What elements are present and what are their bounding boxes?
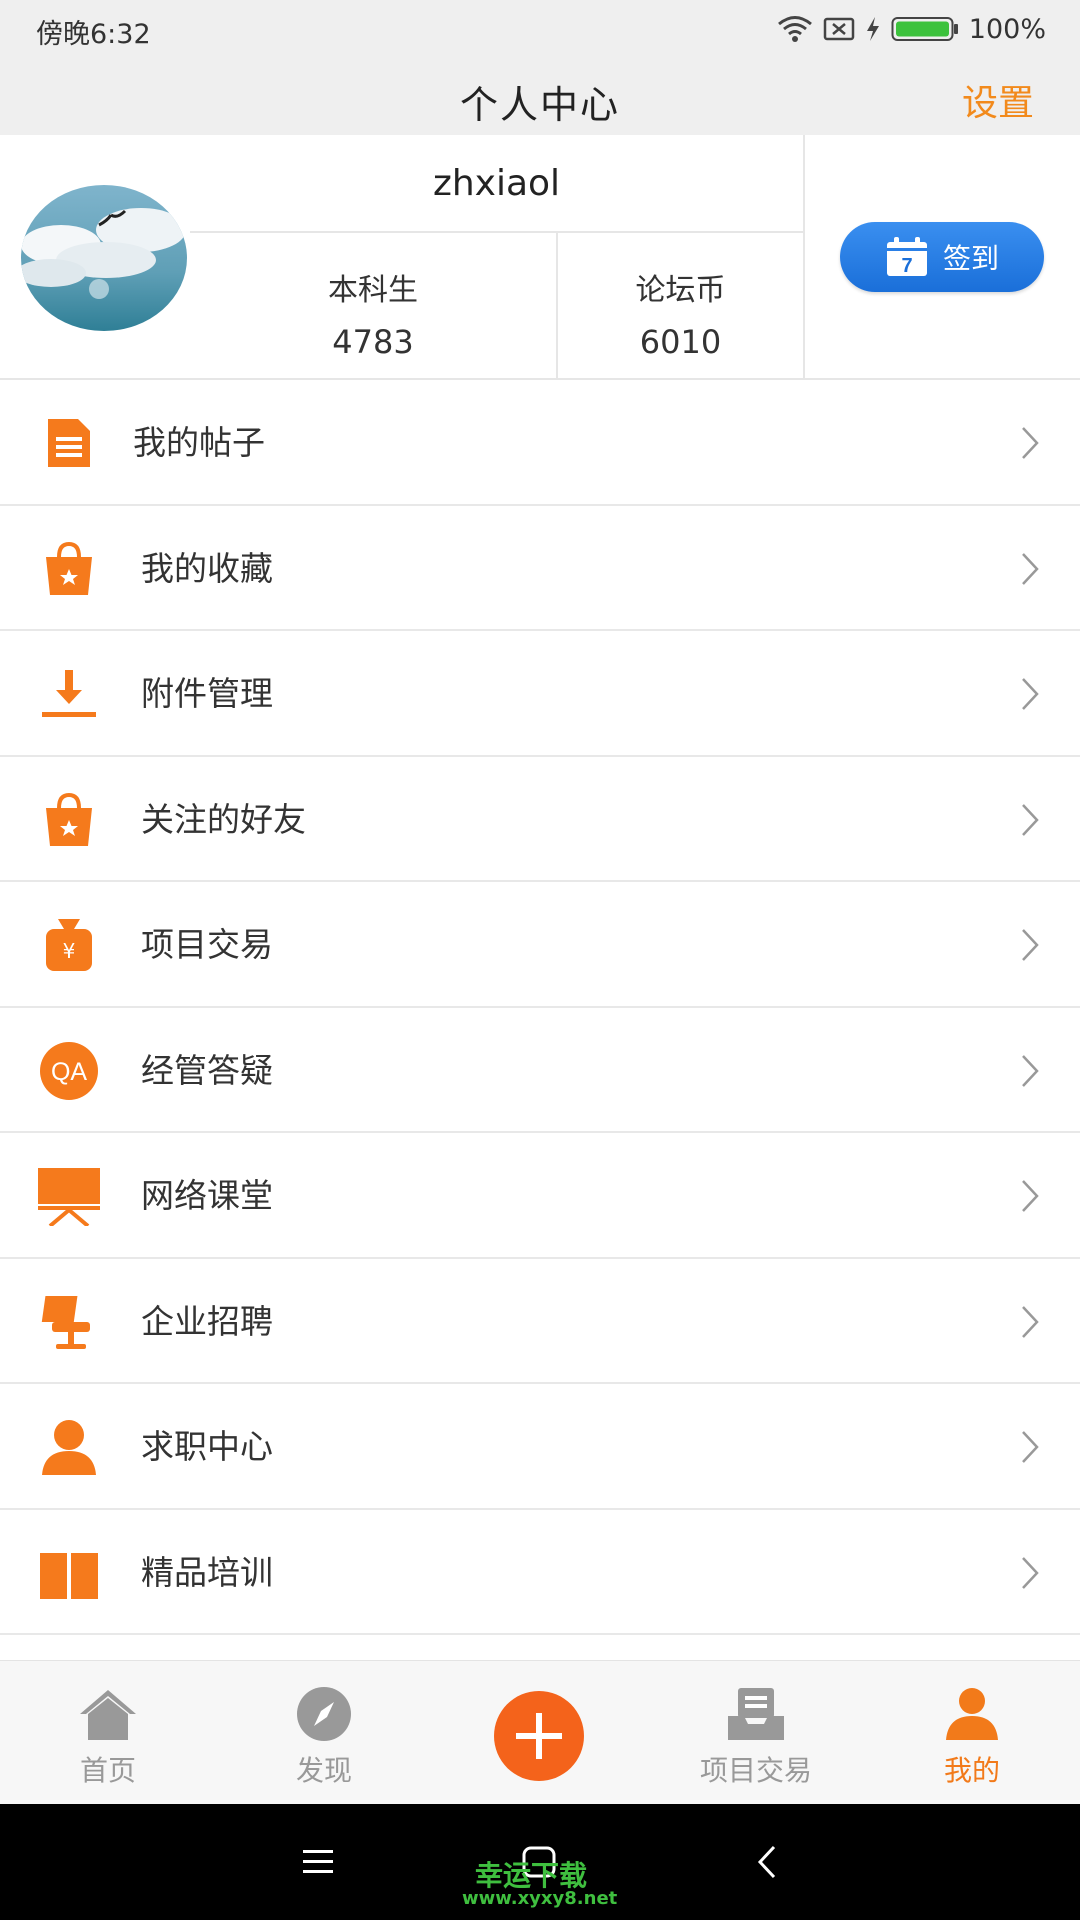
checkin-label: 签到 <box>942 242 999 275</box>
watermark-url: www.xyxy8.net <box>462 1888 618 1909</box>
inbox-icon <box>728 1688 784 1740</box>
menu-item-label: 项目交易 <box>141 925 273 964</box>
svg-text:7: 7 <box>901 255 912 277</box>
menu-item-my-posts[interactable]: 我的帖子 <box>0 380 1080 506</box>
menu-item-label: 附件管理 <box>141 674 273 713</box>
download-icon <box>42 670 96 717</box>
document-icon <box>48 419 90 467</box>
stat-degree: 本科生 4783 <box>190 233 558 380</box>
add-icon <box>516 1713 562 1759</box>
menu-item-job-center[interactable]: 求职中心 <box>0 1384 1080 1510</box>
stat-value: 6010 <box>639 323 722 361</box>
chevron-right-icon <box>1022 427 1039 459</box>
bottom-nav: 首页 发现 项目交易 我的 <box>0 1660 1080 1804</box>
menu-item-online-classroom[interactable]: 网络课堂 <box>0 1133 1080 1259</box>
classroom-board-icon <box>38 1168 100 1226</box>
menu-item-label: 关注的好友 <box>141 799 306 839</box>
menu-item-attachments[interactable]: 附件管理 <box>0 631 1080 757</box>
status-bar: 傍晚6:32 100% <box>0 0 1080 58</box>
chevron-right-icon <box>1022 1556 1039 1589</box>
header: 个人中心 设置 <box>0 58 1080 135</box>
compass-icon <box>297 1687 351 1741</box>
nav-mine[interactable]: 我的 <box>864 1661 1080 1805</box>
chevron-right-icon <box>1022 552 1039 585</box>
nav-discover[interactable]: 发现 <box>216 1661 432 1805</box>
nav-label: 我的 <box>943 1754 1000 1787</box>
back-icon[interactable] <box>756 1844 778 1880</box>
menu-item-label: 经管答疑 <box>141 1050 273 1090</box>
status-icons: 100% <box>777 12 1046 46</box>
menu-item-label: 我的帖子 <box>133 423 265 462</box>
menu-item-label: 网络课堂 <box>141 1176 273 1215</box>
money-bag-icon: ¥ <box>46 919 92 971</box>
battery-icon <box>891 17 958 41</box>
nav-label: 首页 <box>79 1754 136 1787</box>
menu-item-premium-training[interactable]: 精品培训 <box>0 1509 1080 1635</box>
person-icon <box>42 1420 96 1475</box>
menu-item-label: 企业招聘 <box>141 1301 273 1341</box>
charging-icon <box>866 17 879 41</box>
nav-project-trade[interactable]: 项目交易 <box>648 1661 864 1805</box>
chevron-right-icon <box>1022 1054 1039 1087</box>
menu-list: 我的帖子 我的收藏 附件管理 关注的好友 ¥ 项目交易 QA 经管答疑 网络课堂… <box>0 380 1080 1635</box>
calendar-icon: 7 <box>886 237 927 277</box>
checkin-button[interactable]: 7 签到 <box>840 222 1044 292</box>
stat-label: 论坛币 <box>635 273 726 308</box>
avatar[interactable] <box>21 185 187 331</box>
menu-item-followed-friends[interactable]: 关注的好友 <box>0 756 1080 882</box>
menu-item-qa[interactable]: QA 经管答疑 <box>0 1007 1080 1133</box>
profile-card: zhxiaol 本科生 4783 论坛币 6010 7 签到 <box>0 135 1080 380</box>
username: zhxiaol <box>190 135 805 233</box>
chevron-right-icon <box>1022 1431 1039 1463</box>
stat-label: 本科生 <box>328 273 418 308</box>
nav-label: 项目交易 <box>699 1754 812 1787</box>
add-button[interactable] <box>494 1691 584 1781</box>
menu-item-label: 求职中心 <box>141 1427 273 1466</box>
menu-item-recruitment[interactable]: 企业招聘 <box>0 1258 1080 1384</box>
menu-item-label: 我的收藏 <box>141 548 273 588</box>
chevron-right-icon <box>1022 678 1039 710</box>
svg-text:QA: QA <box>51 1058 87 1086</box>
nav-label: 发现 <box>295 1754 352 1787</box>
menu-item-my-favorites[interactable]: 我的收藏 <box>0 505 1080 631</box>
nav-home[interactable]: 首页 <box>0 1661 216 1805</box>
book-icon <box>40 1552 98 1599</box>
chevron-right-icon <box>1022 1305 1039 1338</box>
settings-button[interactable]: 设置 <box>962 74 1034 126</box>
menu-icon[interactable] <box>303 1848 333 1876</box>
bag-star-icon <box>46 541 92 595</box>
battery-percent: 100% <box>968 13 1046 45</box>
qa-icon: QA <box>40 1041 98 1100</box>
svg-text:¥: ¥ <box>63 939 76 963</box>
bag-star-icon <box>46 792 92 846</box>
chevron-right-icon <box>1022 803 1039 836</box>
page-title: 个人中心 <box>459 83 620 127</box>
home-icon <box>80 1690 136 1740</box>
stat-coins: 论坛币 6010 <box>558 233 805 380</box>
wifi-icon <box>777 16 812 42</box>
menu-item-label: 精品培训 <box>141 1552 273 1592</box>
stat-value: 4783 <box>332 323 414 361</box>
sim-icon <box>823 17 855 41</box>
profile-icon <box>946 1688 998 1740</box>
office-chair-icon <box>41 1295 90 1349</box>
menu-item-project-trade[interactable]: ¥ 项目交易 <box>0 882 1080 1008</box>
chevron-right-icon <box>1022 929 1039 961</box>
system-nav-bar: 幸运下载 www.xyxy8.net <box>0 1804 1080 1920</box>
chevron-right-icon <box>1022 1180 1039 1212</box>
status-time: 傍晚6:32 <box>36 19 151 50</box>
